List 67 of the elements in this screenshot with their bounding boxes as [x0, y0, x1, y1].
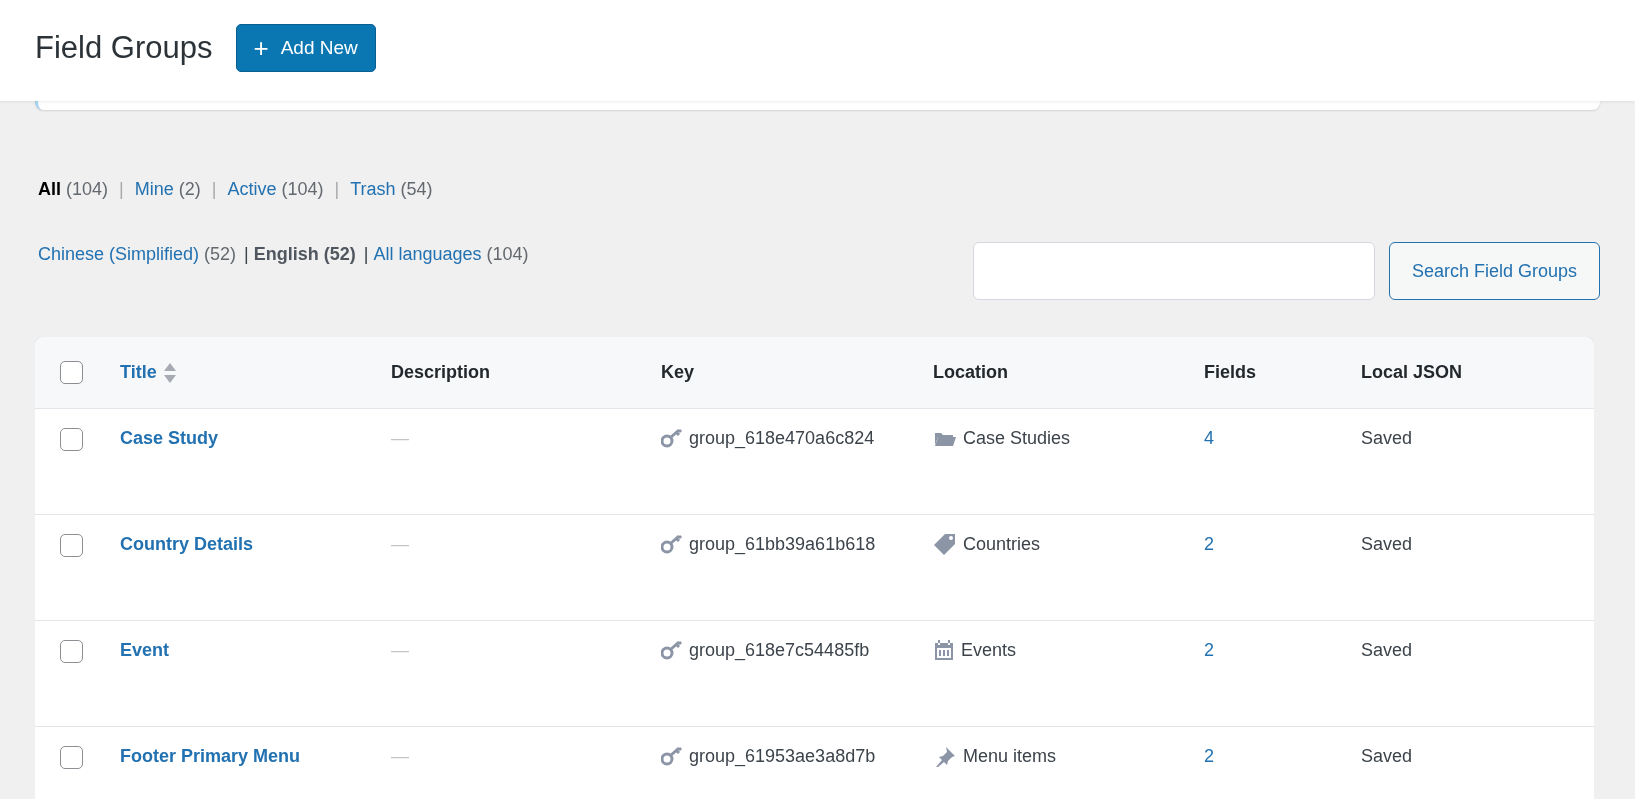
key-icon: [661, 746, 683, 766]
plus-icon: +: [253, 35, 269, 61]
filter-count: (2): [178, 178, 201, 200]
key-icon: [661, 428, 683, 448]
page-title: Field Groups: [35, 30, 213, 66]
fields-count-link[interactable]: 2: [1204, 640, 1214, 661]
filter-link[interactable]: All languages: [373, 244, 482, 265]
search-button[interactable]: Search Field Groups: [1388, 242, 1600, 300]
local-json-status: Saved: [1361, 746, 1413, 767]
column-header: Key: [661, 362, 695, 383]
checkbox[interactable]: [60, 640, 83, 663]
field-group-title-link[interactable]: Country Details: [120, 534, 254, 555]
filter-count: (54): [400, 178, 433, 200]
empty-description: —: [391, 534, 409, 555]
location-text: Case Studies: [963, 428, 1071, 449]
key-text: group_618e470a6c824: [689, 428, 875, 449]
key-text: group_61953ae3a8d7b: [689, 746, 876, 767]
fields-count-link[interactable]: 4: [1204, 428, 1214, 449]
location-text: Menu items: [963, 746, 1057, 767]
checkbox[interactable]: [60, 361, 83, 384]
separator: |: [119, 178, 124, 200]
column-header: Description: [391, 362, 491, 383]
filter-count: (52): [323, 244, 356, 265]
filter-link[interactable]: Chinese (Simplified): [38, 244, 200, 265]
pushpin-icon: [933, 746, 957, 766]
tag-icon: [933, 534, 957, 554]
column-header: Fields: [1204, 362, 1256, 383]
field-group-title-link[interactable]: Footer Primary Menu: [120, 746, 301, 767]
filter-count: (104): [486, 244, 529, 265]
key-icon: [661, 640, 683, 660]
filter-link[interactable]: All: [38, 178, 61, 200]
checkbox[interactable]: [60, 534, 83, 557]
search-field[interactable]: [972, 242, 1375, 300]
fields-count-link[interactable]: 2: [1204, 746, 1214, 767]
filter-count: (52): [204, 244, 237, 265]
column-header-link[interactable]: Title: [120, 362, 157, 383]
local-json-status: Saved: [1361, 640, 1413, 661]
checkbox[interactable]: [60, 428, 83, 451]
empty-description: —: [391, 640, 409, 661]
separator: |: [363, 244, 369, 265]
filter-count: (104): [281, 178, 324, 200]
filter-link[interactable]: Active: [227, 178, 277, 200]
filter-link[interactable]: Trash: [350, 178, 396, 200]
field-group-title-link[interactable]: Case Study: [120, 428, 219, 449]
key-text: group_618e7c54485fb: [689, 640, 870, 661]
key-text: group_61bb39a61b618: [689, 534, 876, 555]
sort-icon[interactable]: [162, 362, 177, 383]
empty-description: —: [391, 428, 409, 449]
field-group-title-link[interactable]: Event: [120, 640, 170, 661]
location-text: Events: [961, 640, 1017, 661]
filter-link[interactable]: English: [253, 244, 319, 265]
separator: |: [334, 178, 340, 200]
separator: |: [211, 178, 217, 200]
local-json-status: Saved: [1361, 428, 1413, 449]
empty-description: —: [391, 746, 409, 767]
location-text: Countries: [963, 534, 1041, 555]
key-icon: [661, 534, 683, 554]
filter-link[interactable]: Mine: [134, 178, 174, 200]
filter-count: (104): [66, 178, 109, 200]
fields-count-link[interactable]: 2: [1204, 534, 1214, 555]
add-new-button[interactable]: + Add New: [236, 24, 376, 72]
separator: |: [244, 244, 249, 265]
local-json-status: Saved: [1361, 534, 1413, 555]
checkbox[interactable]: [60, 746, 83, 769]
calendar-icon: [933, 640, 955, 660]
column-header: Local JSON: [1361, 362, 1463, 383]
column-header: Location: [933, 362, 1008, 383]
